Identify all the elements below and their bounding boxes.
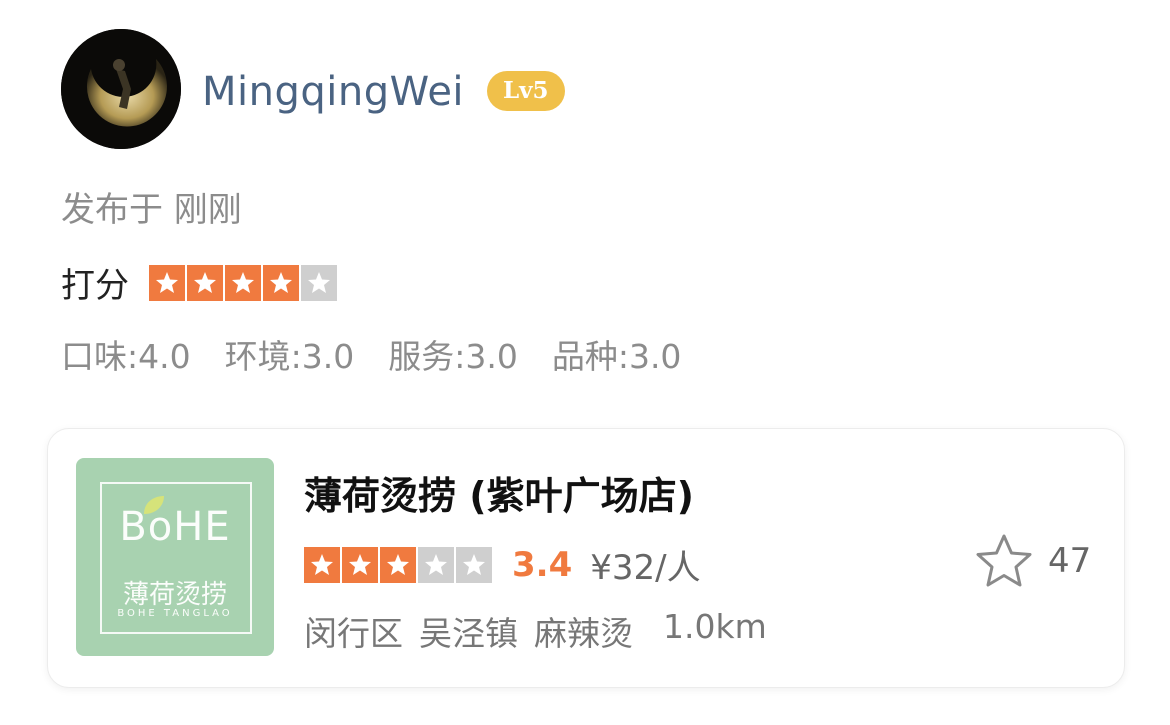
- overall-rating: 打分: [61, 258, 337, 307]
- logo-brand: BoHE: [119, 504, 231, 550]
- star-filled-icon: [187, 264, 223, 301]
- favorite-count: 47: [1048, 541, 1092, 581]
- shop-district: 闵行区: [304, 614, 403, 653]
- favorite-button[interactable]: 47: [974, 533, 1091, 589]
- shop-card[interactable]: BoHE 薄荷烫捞 BOHE TANGLAO 薄荷烫捞 (紫叶广场店) 3.4 …: [47, 428, 1125, 688]
- sub-score-item: 服务:3.0: [388, 337, 518, 376]
- rating-label: 打分: [61, 266, 129, 306]
- star-filled-icon: [225, 264, 261, 301]
- shop-category: 麻辣烫: [534, 614, 633, 653]
- star-empty-icon: [301, 264, 337, 301]
- shop-price: ¥32/人: [590, 548, 701, 588]
- sub-score-item: 口味:4.0: [61, 337, 191, 376]
- star-filled-icon: [149, 264, 185, 301]
- shop-rating: 3.4 ¥32/人: [304, 540, 701, 589]
- post-time: 发布于 刚刚: [61, 190, 242, 230]
- logo-en: BOHE TANGLAO: [117, 608, 233, 619]
- star-filled-icon: [304, 546, 340, 583]
- star-filled-icon: [263, 264, 299, 301]
- shop-area: 吴泾镇: [419, 614, 518, 653]
- shop-name[interactable]: 薄荷烫捞 (紫叶广场店): [304, 465, 694, 520]
- sub-scores: 口味:4.0 环境:3.0 服务:3.0 品种:3.0: [61, 330, 681, 378]
- sub-score-item: 品种:3.0: [551, 337, 682, 376]
- shop-stars: [304, 546, 492, 583]
- shop-logo[interactable]: BoHE 薄荷烫捞 BOHE TANGLAO: [76, 458, 274, 656]
- leaf-icon: [144, 496, 164, 514]
- avatar[interactable]: [61, 29, 181, 149]
- star-empty-icon: [456, 546, 492, 583]
- rating-stars: [149, 264, 337, 301]
- star-filled-icon: [380, 546, 416, 583]
- level-badge: Lv5: [487, 71, 565, 111]
- username[interactable]: MingqingWei: [202, 66, 464, 118]
- shop-location: 闵行区 吴泾镇 麻辣烫 1.0km: [304, 607, 767, 655]
- star-empty-icon: [418, 546, 454, 583]
- star-filled-icon: [342, 546, 378, 583]
- shop-distance: 1.0km: [663, 607, 767, 646]
- logo-cn: 薄荷烫捞: [122, 580, 227, 610]
- star-outline-icon: [976, 534, 1032, 587]
- shop-score: 3.4: [512, 544, 573, 585]
- sub-score-item: 环境:3.0: [224, 337, 355, 376]
